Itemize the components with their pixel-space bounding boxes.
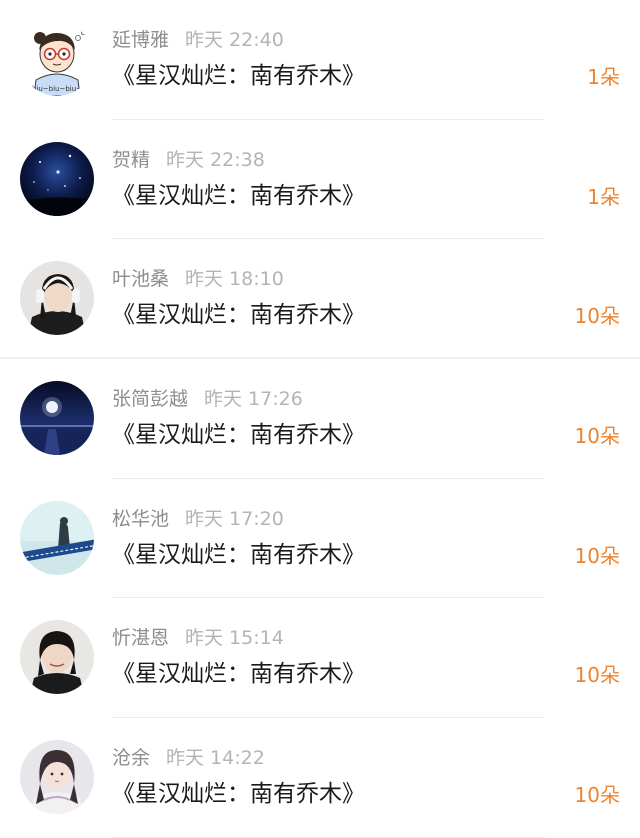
list-item[interactable]: biu~biu~biu~ 延博雅 昨天 22:40 《星汉灿烂：南有乔木》 1朵: [0, 0, 640, 120]
meta-line: 松华池 昨天 17:20: [112, 506, 284, 532]
flower-count: 10朵: [574, 304, 620, 329]
avatar-caption: biu~biu~biu~: [31, 85, 83, 93]
avatar[interactable]: [20, 141, 94, 216]
gift-item-title: 《星汉灿烂：南有乔木》: [112, 422, 365, 449]
flower-count: 10朵: [574, 783, 620, 808]
list-item[interactable]: 松华池 昨天 17:20 《星汉灿烂：南有乔木》 10朵: [0, 479, 640, 599]
snow-scene-avatar-image: [20, 500, 94, 575]
gift-item-title: 《星汉灿烂：南有乔木》: [112, 182, 365, 209]
list-item[interactable]: 贺精 昨天 22:38 《星汉灿烂：南有乔木》 1朵: [0, 120, 640, 240]
illustrated-girl-avatar-image: [20, 740, 94, 815]
gift-item-title: 《星汉灿烂：南有乔木》: [112, 541, 365, 568]
flower-count: 10朵: [574, 543, 620, 568]
meta-line: 忻湛恩 昨天 15:14: [112, 625, 284, 651]
timestamp: 昨天 15:14: [185, 627, 284, 650]
timestamp: 昨天 22:38: [166, 148, 265, 171]
avatar[interactable]: [20, 500, 94, 575]
avatar[interactable]: biu~biu~biu~: [20, 22, 94, 96]
timestamp: 昨天 17:26: [204, 388, 303, 411]
avatar[interactable]: [20, 740, 94, 815]
meta-line: 沧余 昨天 14:22: [112, 745, 265, 771]
avatar[interactable]: [20, 261, 94, 336]
timestamp: 昨天 17:20: [185, 507, 284, 530]
night-sky-avatar-image: [20, 141, 94, 216]
user-name[interactable]: 叶池桑: [112, 268, 169, 290]
gift-item-title: 《星汉灿烂：南有乔木》: [112, 302, 365, 329]
flower-count: 10朵: [574, 424, 620, 449]
timestamp: 昨天 18:10: [185, 268, 284, 291]
flower-count: 10朵: [574, 663, 620, 688]
moon-sea-avatar-image: [20, 381, 94, 456]
user-name[interactable]: 延博雅: [112, 29, 169, 51]
list-item[interactable]: 张简彭越 昨天 17:26 《星汉灿烂：南有乔木》 10朵: [0, 359, 640, 479]
gift-item-title: 《星汉灿烂：南有乔木》: [112, 63, 365, 89]
list-item[interactable]: 沧余 昨天 14:22 《星汉灿烂：南有乔木》 10朵: [0, 718, 640, 838]
list-item[interactable]: 叶池桑 昨天 18:10 《星汉灿烂：南有乔木》 10朵: [0, 239, 640, 360]
meta-line: 叶池桑 昨天 18:10: [112, 266, 284, 292]
flower-count: 1朵: [587, 65, 620, 89]
photo-avatar-image: [20, 261, 94, 336]
user-name[interactable]: 贺精: [112, 149, 150, 171]
avatar[interactable]: [20, 620, 94, 695]
gift-item-title: 《星汉灿烂：南有乔木》: [112, 781, 365, 808]
timestamp: 昨天 22:40: [185, 29, 284, 51]
meta-line: 贺精 昨天 22:38: [112, 147, 265, 173]
avatar[interactable]: [20, 381, 94, 456]
meta-line: 张简彭越 昨天 17:26: [112, 386, 303, 412]
photo-avatar-image: [20, 620, 94, 695]
gift-item-title: 《星汉灿烂：南有乔木》: [112, 661, 365, 688]
user-name[interactable]: 张简彭越: [112, 388, 188, 410]
timestamp: 昨天 14:22: [166, 747, 265, 770]
user-name[interactable]: 沧余: [112, 747, 150, 769]
list-item[interactable]: 忻湛恩 昨天 15:14 《星汉灿烂：南有乔木》 10朵: [0, 598, 640, 719]
user-name[interactable]: 松华池: [112, 508, 169, 530]
meta-line: 延博雅 昨天 22:40: [112, 27, 284, 53]
user-name[interactable]: 忻湛恩: [112, 627, 169, 649]
gift-record-list: biu~biu~biu~ 延博雅昨天 22:40 《星汉灿烂：南有乔木》 1朵: [0, 0, 640, 838]
flower-count: 1朵: [587, 184, 620, 209]
